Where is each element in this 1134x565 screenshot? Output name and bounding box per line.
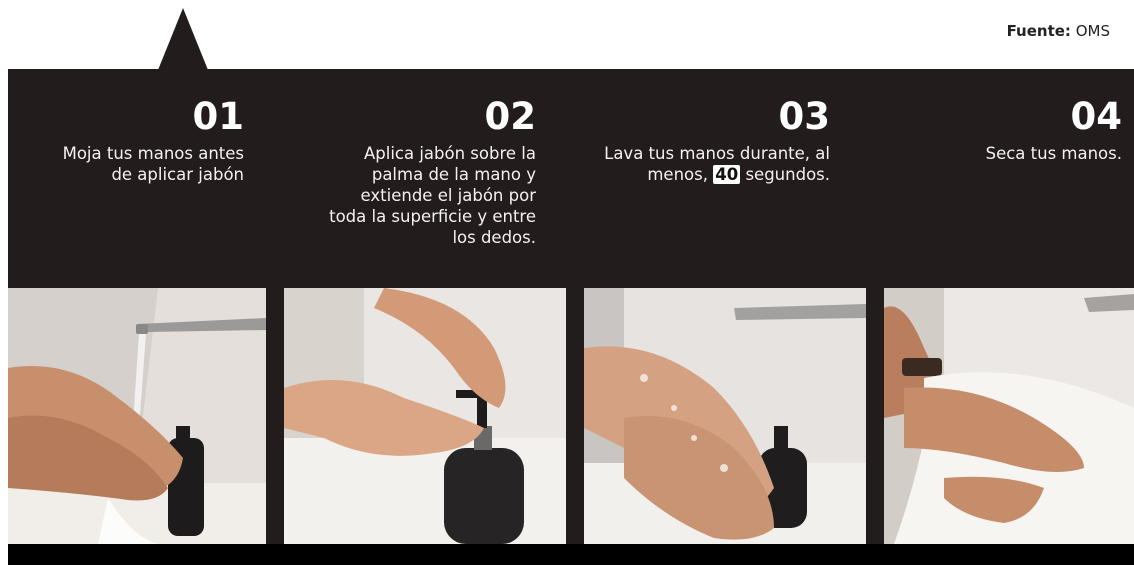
step-number: 01 <box>192 95 245 138</box>
photo-apply-soap <box>284 288 566 544</box>
step-1: 01 Moja tus manos antes de aplicar jabón <box>44 97 244 185</box>
step-2: 02 Aplica jabón sobre la palma de la man… <box>324 97 536 248</box>
photo-dry-hands <box>884 288 1134 544</box>
source-credit: Fuente: OMS <box>1007 22 1110 40</box>
source-value: OMS <box>1075 22 1110 40</box>
seconds-highlight: 40 <box>713 165 741 184</box>
step-number: 04 <box>1070 95 1123 138</box>
step-4: 04 Seca tus manos. <box>918 97 1122 164</box>
step-number: 03 <box>778 95 831 138</box>
photo-wet-hands <box>8 288 266 544</box>
step-text-after: segundos. <box>745 165 830 184</box>
pointer-triangle <box>158 8 208 70</box>
step-text: Seca tus manos. <box>985 144 1122 163</box>
bottom-bar <box>8 544 1134 565</box>
step-number: 02 <box>484 95 537 138</box>
photo-wash-hands <box>584 288 866 544</box>
step-text: Aplica jabón sobre la palma de la mano y… <box>329 144 536 247</box>
steps-panel: 01 Moja tus manos antes de aplicar jabón… <box>8 69 1134 557</box>
step-text: Lava tus manos durante, al menos, 40 seg… <box>600 143 830 185</box>
step-text: Moja tus manos antes de aplicar jabón <box>62 144 244 184</box>
step-3: 03 Lava tus manos durante, al menos, 40 … <box>600 97 830 185</box>
source-label: Fuente: <box>1006 22 1071 40</box>
